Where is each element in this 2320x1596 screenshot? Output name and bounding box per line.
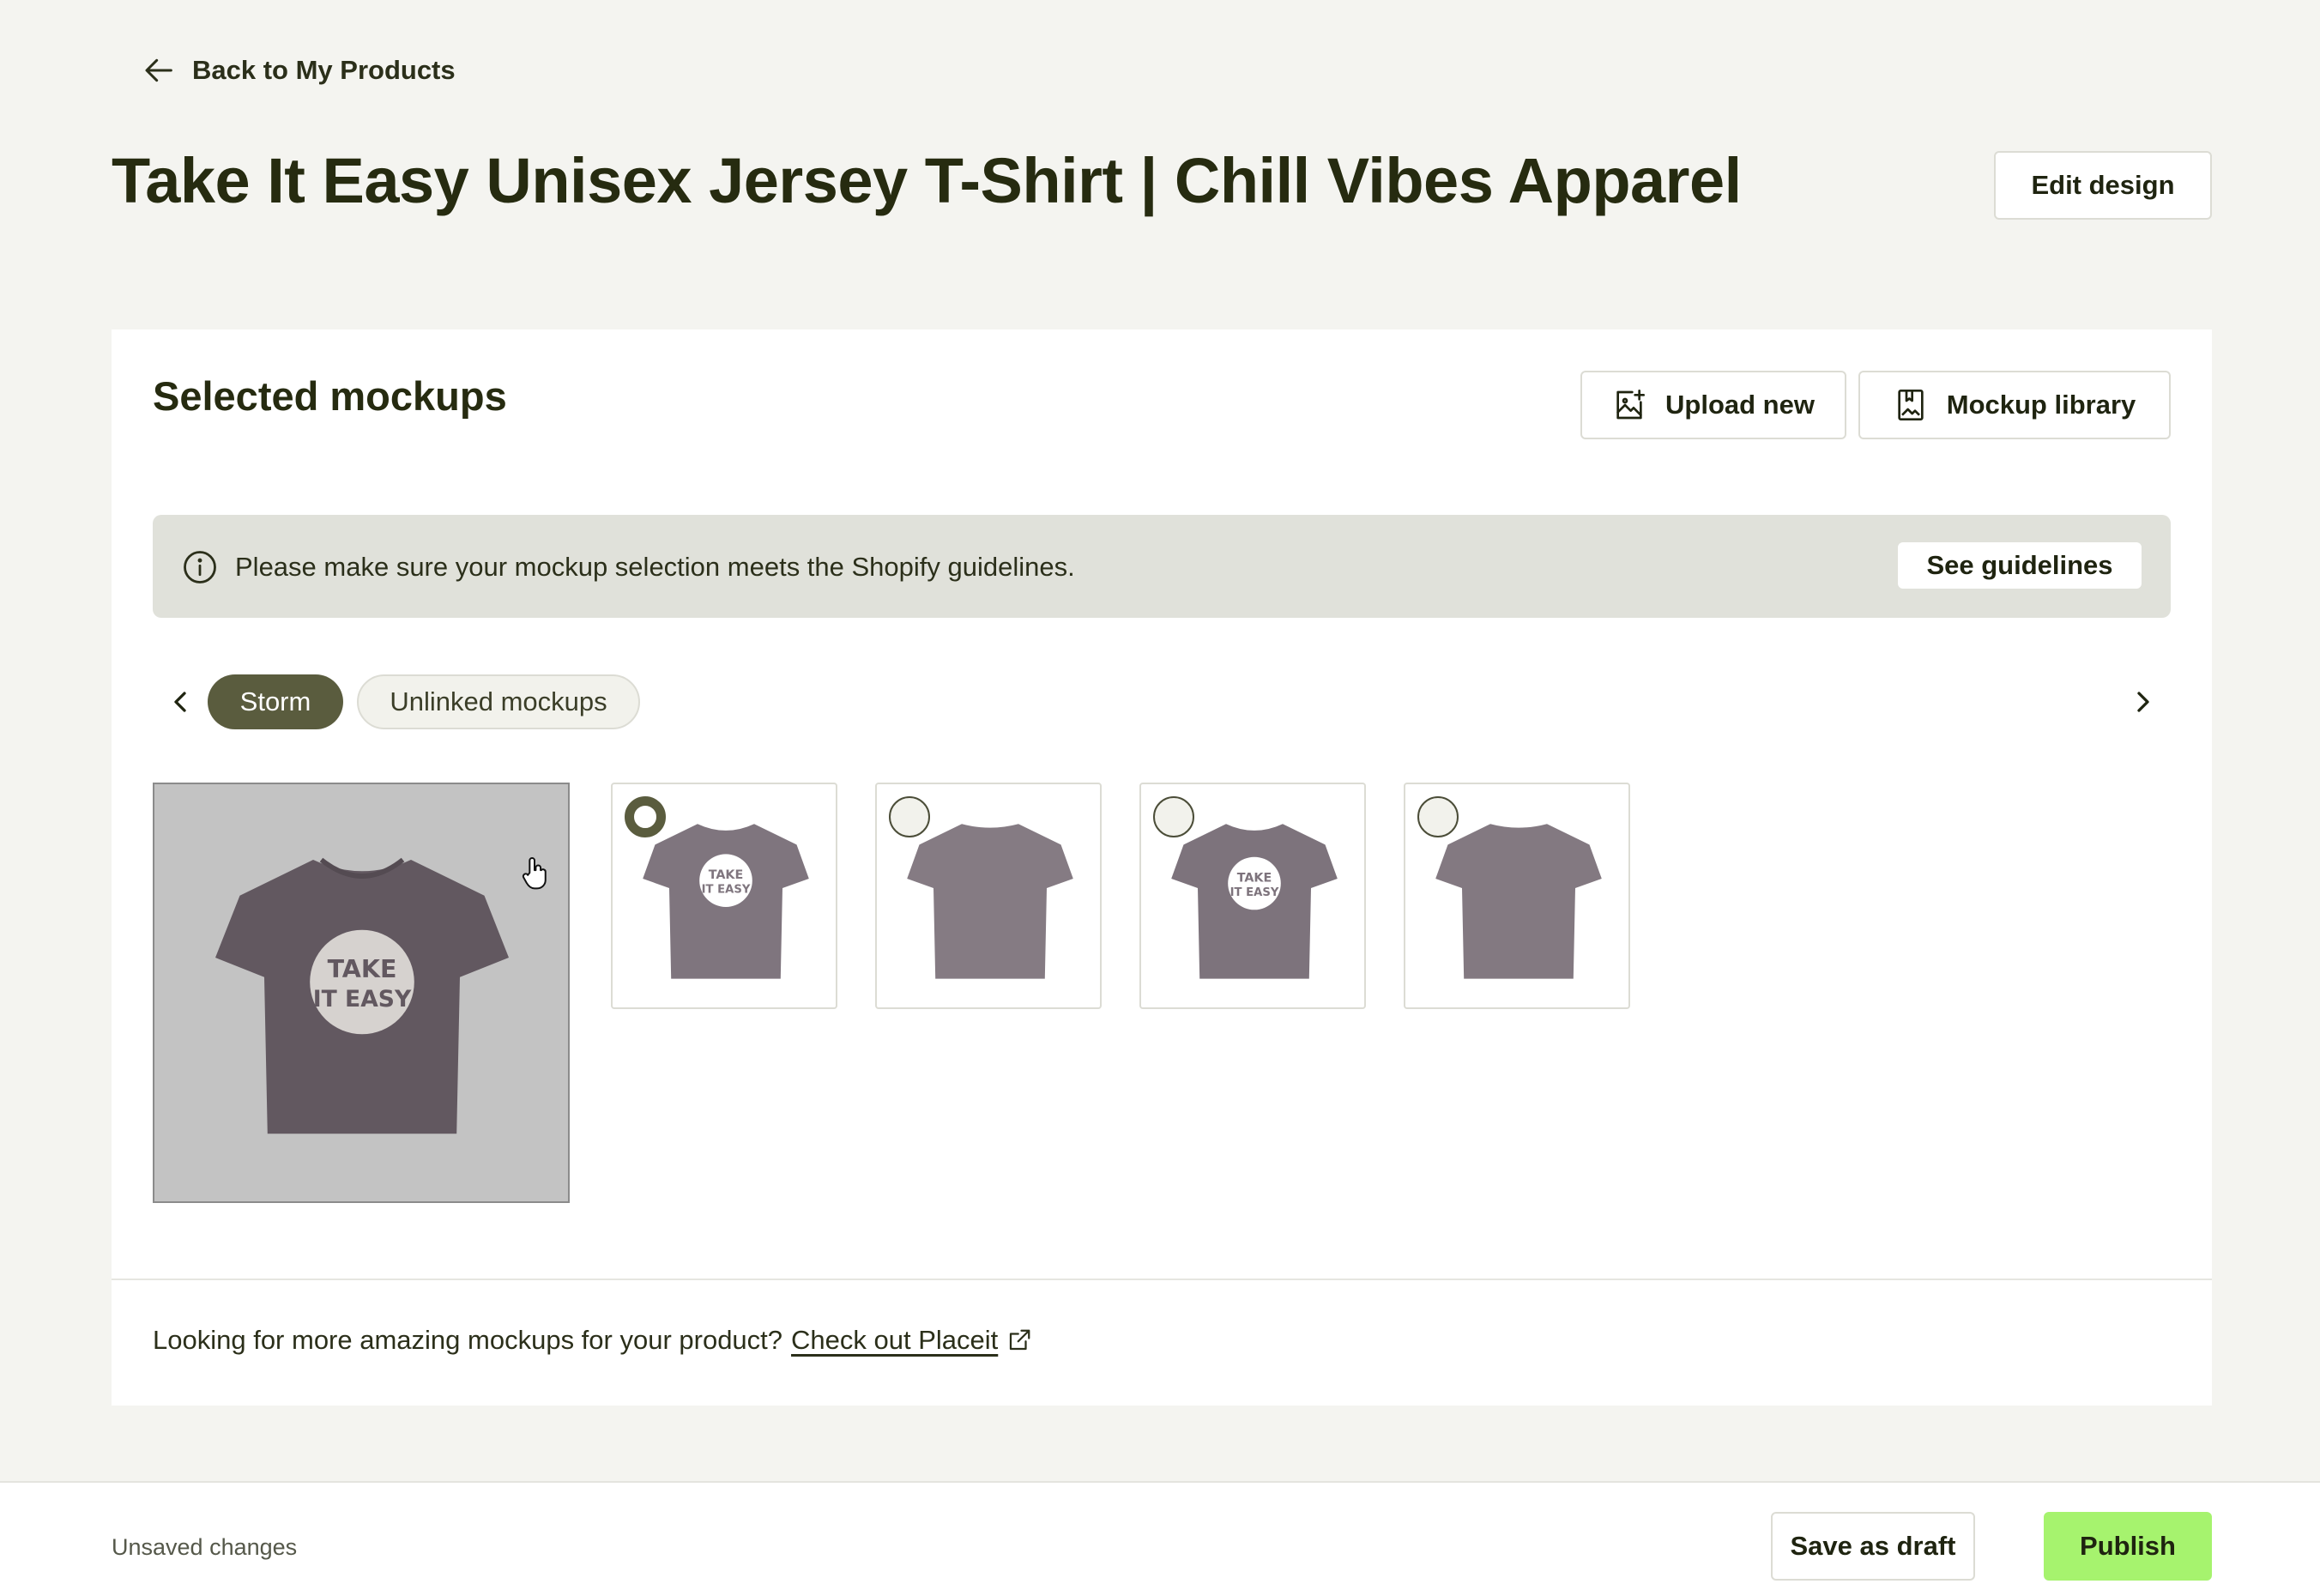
library-icon — [1898, 390, 1924, 420]
svg-text:TAKE: TAKE — [1237, 871, 1272, 885]
unsaved-changes-status: Unsaved changes — [112, 1534, 298, 1560]
placeit-link[interactable]: Check out Placeit — [791, 1325, 998, 1356]
mockup-radio[interactable] — [1153, 796, 1194, 837]
mockup-thumbnail[interactable] — [1404, 783, 1630, 1009]
image-add-icon — [1616, 390, 1646, 420]
mockup-library-button[interactable]: Mockup library — [1858, 371, 2171, 439]
banner-text: Please make sure your mockup selection m… — [235, 552, 1075, 582]
upload-new-label: Upload new — [1665, 390, 1815, 420]
mockup-thumbnail[interactable]: TAKE IT EASY — [611, 783, 837, 1009]
placeit-promo: Looking for more amazing mockups for you… — [153, 1325, 1032, 1356]
save-as-draft-button[interactable]: Save as draft — [1771, 1512, 1975, 1581]
tshirt-thumbnail-image: TAKE IT EASY — [1171, 824, 1338, 979]
chevron-left-icon[interactable] — [163, 685, 197, 719]
upload-new-button[interactable]: Upload new — [1580, 371, 1846, 439]
svg-text:IT EASY: IT EASY — [313, 986, 412, 1013]
mockup-radio-selected[interactable] — [625, 796, 666, 837]
svg-text:TAKE: TAKE — [709, 868, 744, 882]
promo-text: Looking for more amazing mockups for you… — [153, 1325, 783, 1355]
publish-button[interactable]: Publish — [2044, 1512, 2212, 1581]
color-tabs: Storm Unlinked mockups — [153, 673, 2171, 731]
tshirt-mockup-image: TAKE IT EASY — [215, 857, 509, 1134]
section-title: Selected mockups — [153, 373, 507, 419]
see-guidelines-button[interactable]: See guidelines — [1898, 542, 2142, 589]
svg-text:TAKE: TAKE — [328, 955, 397, 983]
bottom-action-bar: Unsaved changes Save as draft Publish — [0, 1481, 2320, 1596]
guidelines-banner: Please make sure your mockup selection m… — [153, 515, 2171, 618]
mockups-card: Selected mockups Upload new Mockup libra… — [112, 329, 2212, 1406]
tab-storm[interactable]: Storm — [208, 674, 343, 729]
back-link-label: Back to My Products — [192, 55, 456, 85]
main-mockup-preview: TAKE IT EASY — [153, 783, 570, 1203]
mockup-library-label: Mockup library — [1946, 390, 2136, 420]
tshirt-thumbnail-image: TAKE IT EASY — [643, 824, 809, 979]
hand-cursor-icon — [522, 857, 547, 890]
tshirt-back-thumbnail-image — [1435, 824, 1602, 979]
back-to-products-link[interactable]: Back to My Products — [142, 53, 456, 88]
svg-text:IT EASY: IT EASY — [1230, 886, 1279, 899]
chevron-right-icon[interactable] — [2126, 685, 2160, 719]
mockup-thumbnail[interactable] — [875, 783, 1102, 1009]
edit-design-button[interactable]: Edit design — [1994, 151, 2212, 220]
tab-unlinked-mockups[interactable]: Unlinked mockups — [357, 674, 640, 729]
page-title: Take It Easy Unisex Jersey T-Shirt | Chi… — [112, 145, 1742, 216]
info-icon — [184, 551, 216, 583]
card-divider — [112, 1279, 2212, 1280]
mockup-radio[interactable] — [889, 796, 930, 837]
mockup-radio[interactable] — [1417, 796, 1459, 837]
external-link-icon — [1010, 1329, 1030, 1351]
tshirt-back-thumbnail-image — [907, 824, 1073, 979]
mockup-thumbnail[interactable]: TAKE IT EASY — [1139, 783, 1366, 1009]
arrow-left-icon — [145, 58, 172, 82]
svg-text:IT EASY: IT EASY — [702, 884, 751, 897]
